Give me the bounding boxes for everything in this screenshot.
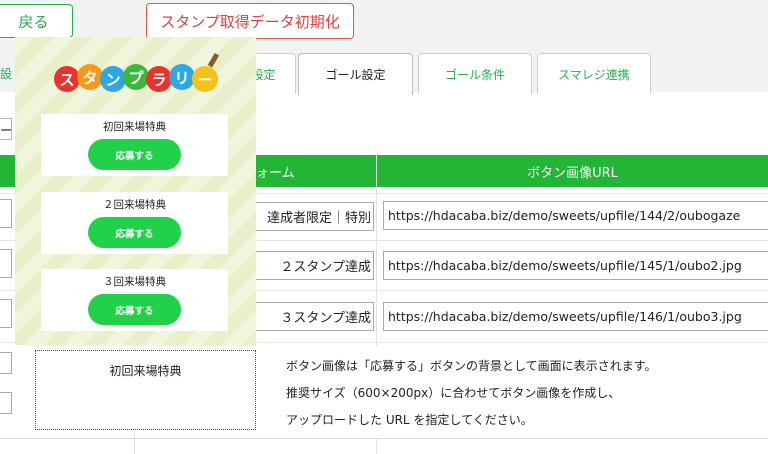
tab-goal-conditions[interactable]: ゴール条件	[418, 53, 532, 94]
tab-label: 設	[0, 67, 13, 81]
header-cell-left	[0, 155, 15, 187]
row-left-input[interactable]	[0, 352, 12, 374]
help-line: ボタン画像は「応募する」ボタンの背景として画面に表示されます。	[286, 359, 657, 373]
tab-goal-settings[interactable]: ゴール設定	[298, 53, 413, 95]
reward-card: 初回来場特典 応募する	[41, 114, 228, 176]
section-fragment-text: ー	[0, 123, 12, 139]
input-value: https://hdacaba.biz/demo/sweets/upfile/1…	[388, 208, 741, 223]
stamp-rally-preview: スタン プラリー 初回来場特典 応募する ２回来場特典 応募する ３回来場特典 …	[15, 37, 256, 345]
tab-smaregi-integration[interactable]: スマレジ連携	[537, 53, 651, 94]
button-image-preview-box: 初回来場特典	[35, 350, 256, 430]
button-name-input[interactable]: 達成者限定｜特別	[242, 202, 374, 231]
input-value: https://hdacaba.biz/demo/sweets/upfile/1…	[388, 309, 742, 324]
tab-partial-left[interactable]: 設	[0, 53, 12, 94]
row-left-input[interactable]	[0, 249, 12, 278]
help-text: ボタン画像は「応募する」ボタンの背景として画面に表示されます。 推奨サイズ（60…	[266, 346, 750, 438]
reward-card: ２回来場特典 応募する	[41, 192, 228, 254]
input-value: https://hdacaba.biz/demo/sweets/upfile/1…	[388, 258, 742, 273]
tab-label: ゴール設定	[325, 68, 386, 82]
row-left-input[interactable]	[0, 199, 12, 228]
back-button[interactable]: 戻る	[0, 4, 73, 38]
button-image-url-input[interactable]: https://hdacaba.biz/demo/sweets/upfile/1…	[383, 251, 768, 280]
section-select-fragment[interactable]: ー	[0, 118, 12, 140]
footer-divider	[0, 438, 768, 439]
svg-text:ー: ー	[197, 71, 212, 89]
button-name-input[interactable]: ２スタンプ達成	[242, 251, 374, 280]
header-cell-name: ォーム	[256, 165, 295, 181]
button-image-url-input[interactable]: https://hdacaba.biz/demo/sweets/upfile/1…	[383, 201, 768, 230]
button-image-url-input[interactable]: https://hdacaba.biz/demo/sweets/upfile/1…	[383, 302, 768, 331]
header-cell-url: ボタン画像URL	[376, 155, 768, 187]
help-line: アップロードした URL を指定してください。	[286, 413, 533, 427]
apply-button[interactable]: 応募する	[88, 294, 181, 325]
button-name-input[interactable]: ３スタンプ達成	[242, 302, 374, 331]
svg-text:リ: リ	[174, 69, 189, 87]
reset-stamp-data-button[interactable]: スタンプ取得データ初期化	[146, 3, 354, 39]
svg-text:プ: プ	[128, 69, 144, 87]
tab-label: スマレジ連携	[558, 67, 630, 82]
svg-text:ラ: ラ	[151, 71, 166, 89]
reward-card: ３回来場特典 応募する	[41, 269, 228, 331]
input-value: ３スタンプ達成	[280, 311, 371, 326]
svg-text:ス: ス	[59, 71, 74, 89]
svg-text:タ: タ	[82, 69, 97, 87]
help-line: 推奨サイズ（600×200px）に合わせてボタン画像を作成し、	[286, 386, 621, 400]
stamp-rally-logo-icon: スタン プラリー	[54, 52, 220, 92]
input-value: ２スタンプ達成	[280, 260, 371, 275]
reward-card-title: 初回来場特典	[103, 121, 166, 133]
input-value: 達成者限定｜特別	[266, 211, 371, 226]
reward-card-title: ２回来場特典	[103, 199, 166, 211]
row-left-input[interactable]	[0, 392, 12, 414]
tab-label: ゴール条件	[444, 67, 505, 82]
apply-button[interactable]: 応募する	[88, 217, 181, 248]
apply-button[interactable]: 応募する	[88, 139, 181, 170]
reward-card-title: ３回来場特典	[103, 276, 166, 288]
row-left-input[interactable]	[0, 299, 12, 328]
svg-text:ン: ン	[105, 71, 120, 89]
preview-box-title: 初回来場特典	[109, 364, 182, 378]
